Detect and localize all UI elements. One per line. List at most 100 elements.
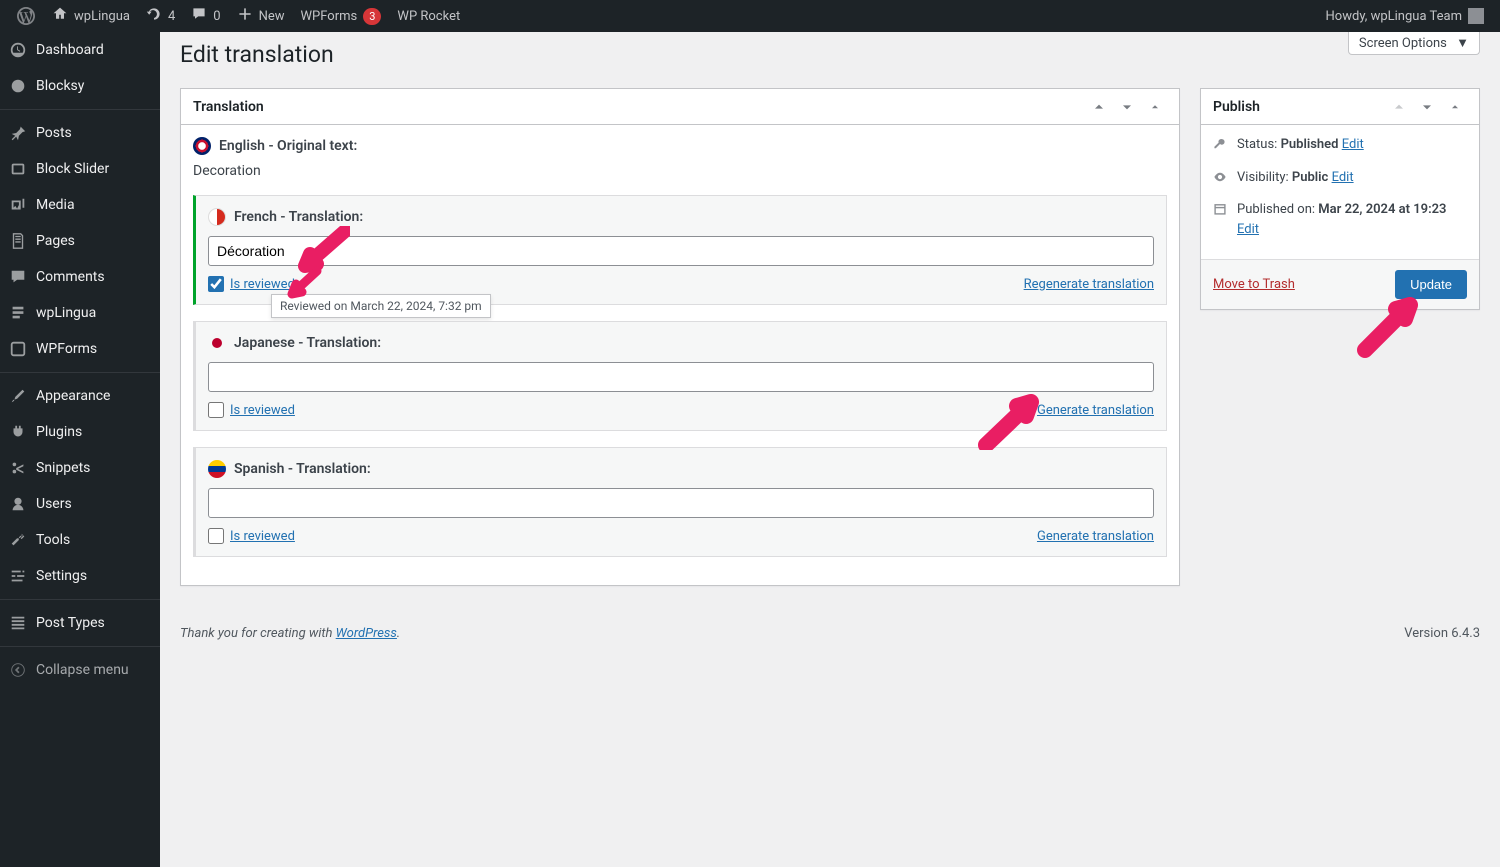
list-icon: [8, 613, 28, 633]
update-button[interactable]: Update: [1395, 270, 1467, 299]
wordpress-link[interactable]: WordPress: [336, 626, 397, 641]
generate-spanish-link[interactable]: Generate translation: [1037, 529, 1154, 544]
sidebar-item-pages[interactable]: Pages: [0, 223, 160, 259]
publish-panel: Publish Status: Published Edit: [1200, 88, 1480, 310]
new-content-link[interactable]: New: [229, 0, 293, 32]
publish-move-up-button[interactable]: [1387, 95, 1411, 119]
home-icon: [52, 6, 68, 26]
wpforms-icon: [8, 339, 28, 359]
sidebar-item-comments[interactable]: Comments: [0, 259, 160, 295]
sidebar-item-media[interactable]: Media: [0, 187, 160, 223]
avatar: [1468, 8, 1484, 24]
wprocket-link[interactable]: WP Rocket: [389, 0, 468, 32]
sidebar-collapse[interactable]: Collapse menu: [0, 652, 160, 688]
sidebar-item-snippets[interactable]: Snippets: [0, 450, 160, 486]
user-icon: [8, 494, 28, 514]
sidebar-item-posts[interactable]: Posts: [0, 115, 160, 151]
translation-block-french: French - Translation: Is reviewed Regene…: [193, 195, 1167, 305]
toggle-panel-button[interactable]: [1143, 95, 1167, 119]
sidebar-item-users[interactable]: Users: [0, 486, 160, 522]
edit-visibility-link[interactable]: Edit: [1332, 170, 1354, 185]
annotation-arrow-generate: [976, 390, 1046, 450]
wordpress-logo[interactable]: [8, 0, 44, 32]
move-down-button[interactable]: [1115, 95, 1139, 119]
sidebar-item-wplingua[interactable]: wpLingua: [0, 295, 160, 331]
scissors-icon: [8, 458, 28, 478]
sidebar-item-blocksy[interactable]: Blocksy: [0, 68, 160, 104]
spanish-reviewed-label[interactable]: Is reviewed: [208, 528, 295, 544]
comments-icon: [8, 267, 28, 287]
spanish-label: Spanish - Translation:: [234, 461, 371, 477]
publish-toggle-button[interactable]: [1443, 95, 1467, 119]
pages-icon: [8, 231, 28, 251]
version-text: Version 6.4.3: [1404, 626, 1480, 641]
wrench-icon: [8, 530, 28, 550]
page-title: Edit translation: [180, 32, 1480, 88]
spanish-reviewed-checkbox[interactable]: [208, 528, 224, 544]
japanese-reviewed-checkbox[interactable]: [208, 402, 224, 418]
pin-icon: [8, 123, 28, 143]
main-content: Screen Options ▼ Edit translation Transl…: [160, 32, 1500, 867]
slider-icon: [8, 159, 28, 179]
sidebar-item-wpforms[interactable]: WPForms: [0, 331, 160, 367]
original-text: Decoration: [193, 163, 1167, 179]
translation-block-japanese: Japanese - Translation: Is reviewed Gene…: [193, 321, 1167, 431]
translation-block-spanish: Spanish - Translation: Is reviewed Gener…: [193, 447, 1167, 557]
move-to-trash-link[interactable]: Move to Trash: [1213, 277, 1295, 292]
site-name-link[interactable]: wpLingua: [44, 0, 138, 32]
move-up-button[interactable]: [1087, 95, 1111, 119]
wpforms-badge: 3: [363, 8, 381, 25]
wpforms-link[interactable]: WPForms 3: [293, 0, 390, 32]
generate-japanese-link[interactable]: Generate translation: [1037, 403, 1154, 418]
flag-french-icon: [208, 208, 226, 226]
eye-icon: [1213, 170, 1229, 191]
updates-link[interactable]: 4: [138, 0, 183, 32]
dropdown-icon: ▼: [1456, 36, 1469, 51]
translation-panel: Translation English - Original text: Dec: [180, 88, 1180, 586]
french-reviewed-label[interactable]: Is reviewed: [208, 276, 295, 292]
sidebar-item-dashboard[interactable]: Dashboard: [0, 32, 160, 68]
japanese-label: Japanese - Translation:: [234, 335, 381, 351]
sidebar-item-tools[interactable]: Tools: [0, 522, 160, 558]
collapse-icon: [8, 660, 28, 680]
sliders-icon: [8, 566, 28, 586]
key-icon: [1213, 137, 1229, 158]
sidebar-item-plugins[interactable]: Plugins: [0, 414, 160, 450]
publish-move-down-button[interactable]: [1415, 95, 1439, 119]
wordpress-logo-icon: [16, 6, 36, 26]
sidebar-item-settings[interactable]: Settings: [0, 558, 160, 594]
wplingua-icon: [8, 303, 28, 323]
comments-link[interactable]: 0: [183, 0, 228, 32]
user-account-link[interactable]: Howdy, wpLingua Team: [1318, 0, 1492, 32]
edit-date-link[interactable]: Edit: [1237, 222, 1259, 237]
french-translation-input[interactable]: [208, 236, 1154, 266]
french-reviewed-checkbox[interactable]: [208, 276, 224, 292]
flag-spanish-icon: [208, 460, 226, 478]
sidebar-item-appearance[interactable]: Appearance: [0, 378, 160, 414]
original-language-label: English - Original text:: [219, 138, 357, 154]
brush-icon: [8, 386, 28, 406]
publish-panel-title: Publish: [1213, 99, 1260, 115]
admin-toolbar: wpLingua 4 0 New WPForms 3 WP Rocket How…: [0, 0, 1500, 32]
translation-panel-title: Translation: [193, 99, 264, 115]
plug-icon: [8, 422, 28, 442]
admin-footer: Thank you for creating with WordPress. V…: [180, 606, 1480, 651]
plus-icon: [237, 6, 253, 26]
flag-japanese-icon: [212, 338, 222, 348]
blocksy-icon: [8, 76, 28, 96]
japanese-translation-input[interactable]: [208, 362, 1154, 392]
flag-english-icon: [193, 137, 211, 155]
sidebar-item-posttypes[interactable]: Post Types: [0, 605, 160, 641]
spanish-translation-input[interactable]: [208, 488, 1154, 518]
edit-status-link[interactable]: Edit: [1342, 137, 1364, 152]
refresh-icon: [146, 6, 162, 26]
japanese-reviewed-label[interactable]: Is reviewed: [208, 402, 295, 418]
french-label: French - Translation:: [234, 209, 363, 225]
regenerate-french-link[interactable]: Regenerate translation: [1024, 277, 1154, 292]
admin-sidebar: Dashboard Blocksy Posts Block Slider Med…: [0, 32, 160, 867]
media-icon: [8, 195, 28, 215]
comment-icon: [191, 6, 207, 26]
screen-options-button[interactable]: Screen Options ▼: [1348, 32, 1480, 55]
reviewed-tooltip: Reviewed on March 22, 2024, 7:32 pm: [271, 294, 491, 318]
sidebar-item-blockslider[interactable]: Block Slider: [0, 151, 160, 187]
